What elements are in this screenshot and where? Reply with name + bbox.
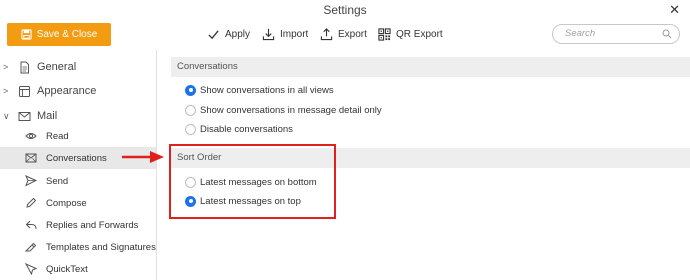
import-button[interactable]: Import — [262, 26, 308, 43]
radio-button[interactable] — [185, 123, 196, 135]
signature-icon — [25, 242, 37, 252]
export-label: Export — [338, 29, 367, 40]
save-icon — [21, 29, 32, 40]
sidebar-item-label: Compose — [46, 197, 87, 209]
sidebar-item-quicktext[interactable]: QuickText — [0, 258, 156, 280]
sidebar-category-label: General — [37, 61, 77, 73]
sidebar-category-mail[interactable]: ∨ Mail — [0, 106, 157, 126]
radio-button-checked[interactable] — [185, 84, 196, 96]
reply-icon — [25, 220, 37, 230]
sidebar-item-label: Replies and Forwards — [46, 219, 139, 231]
send-icon — [25, 175, 37, 187]
toolbar: Save & Close Apply Import Export QR Expo… — [0, 20, 690, 50]
sidebar-category-label: Mail — [37, 110, 58, 122]
qr-export-button[interactable]: QR Export — [378, 26, 443, 43]
sidebar-category-general[interactable]: > General — [0, 57, 157, 77]
qr-export-label: QR Export — [396, 29, 443, 40]
sidebar-category-appearance[interactable]: > Appearance — [0, 81, 157, 101]
search-field[interactable] — [552, 24, 680, 44]
close-icon[interactable]: ✕ — [669, 2, 680, 18]
sidebar-item-label: Templates and Signatures — [46, 241, 156, 253]
radio-label: Show conversations in message detail onl… — [200, 104, 382, 116]
radio-button[interactable] — [185, 104, 196, 116]
apply-button[interactable]: Apply — [207, 26, 250, 43]
sidebar-category-label: Appearance — [37, 85, 97, 97]
search-icon — [662, 29, 672, 39]
search-input[interactable] — [565, 28, 655, 39]
radio-disable-conversations[interactable]: Disable conversations — [185, 121, 293, 137]
radio-show-all-views[interactable]: Show conversations in all views — [185, 82, 334, 98]
radio-show-detail-only[interactable]: Show conversations in message detail onl… — [185, 102, 382, 118]
window-title: Settings — [323, 3, 367, 17]
pencil-icon — [26, 197, 37, 208]
sidebar-item-label: Send — [46, 175, 69, 187]
sidebar-item-label: QuickText — [46, 263, 88, 275]
radio-label: Disable conversations — [200, 123, 293, 135]
export-icon — [320, 28, 333, 41]
sidebar-item-templates-signatures[interactable]: Templates and Signatures — [0, 236, 156, 258]
chevron-right-icon: > — [3, 86, 9, 96]
chevron-right-icon: > — [3, 62, 9, 72]
import-icon — [262, 28, 275, 41]
appearance-icon — [19, 85, 30, 97]
sidebar-item-replies-forwards[interactable]: Replies and Forwards — [0, 214, 156, 236]
sidebar-item-label: Read — [46, 130, 69, 142]
save-close-button[interactable]: Save & Close — [7, 23, 111, 46]
title-bar: Settings ✕ — [0, 0, 690, 20]
chevron-down-icon: ∨ — [3, 110, 10, 121]
conversations-icon — [25, 153, 37, 163]
save-close-label: Save & Close — [36, 29, 98, 40]
sidebar: > General > Appearance ∨ Mail Read Conve… — [0, 50, 157, 280]
eye-icon — [25, 133, 37, 139]
sidebar-item-compose[interactable]: Compose — [0, 192, 156, 214]
document-icon — [20, 61, 29, 73]
radio-label: Show conversations in all views — [200, 84, 334, 96]
sidebar-item-send[interactable]: Send — [0, 170, 156, 192]
annotation-arrow-icon — [122, 151, 164, 163]
quicktext-icon — [25, 263, 37, 275]
annotation-highlight-box — [169, 144, 336, 219]
export-button[interactable]: Export — [320, 26, 367, 43]
conversations-section-header: Conversations — [171, 57, 690, 77]
mail-icon — [18, 111, 31, 121]
apply-label: Apply — [225, 29, 251, 40]
sidebar-item-label: Conversations — [46, 152, 107, 164]
import-label: Import — [280, 29, 309, 40]
check-icon — [208, 30, 219, 40]
sidebar-item-read[interactable]: Read — [0, 125, 156, 147]
qr-code-icon — [378, 28, 391, 41]
